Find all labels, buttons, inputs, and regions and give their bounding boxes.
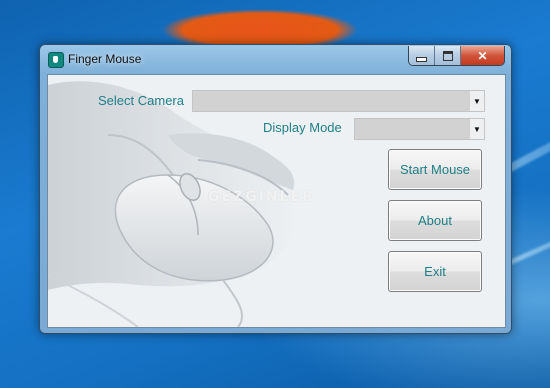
select-camera-dropdown[interactable]: ▼ [192,90,485,112]
maximize-button[interactable] [435,46,461,65]
close-button[interactable]: ✕ [461,46,504,65]
finger-mouse-app-icon [48,52,64,68]
maximize-icon [442,50,453,61]
caption-buttons: ✕ [408,46,505,66]
display-mode-dropdown[interactable]: ▼ [354,118,485,140]
minimize-icon [416,56,427,62]
chevron-down-icon[interactable]: ▼ [470,119,484,139]
client-area: GEZGINLER Select Camera ▼ Display Mode ▼… [47,74,506,328]
about-button[interactable]: About [388,200,482,241]
chevron-down-icon[interactable]: ▼ [470,91,484,111]
close-icon: ✕ [477,48,488,63]
select-camera-label: Select Camera [98,93,184,108]
window-title: Finger Mouse [68,52,142,66]
watermark-text: GEZGINLER [208,189,315,205]
start-mouse-button[interactable]: Start Mouse [388,149,482,190]
exit-button[interactable]: Exit [388,251,482,292]
title-bar[interactable]: Finger Mouse ✕ [40,45,511,73]
finger-mouse-window: Finger Mouse ✕ GEZGINLER Select Camera ▼… [39,44,512,334]
display-mode-label: Display Mode [263,120,342,135]
minimize-button[interactable] [409,46,435,65]
